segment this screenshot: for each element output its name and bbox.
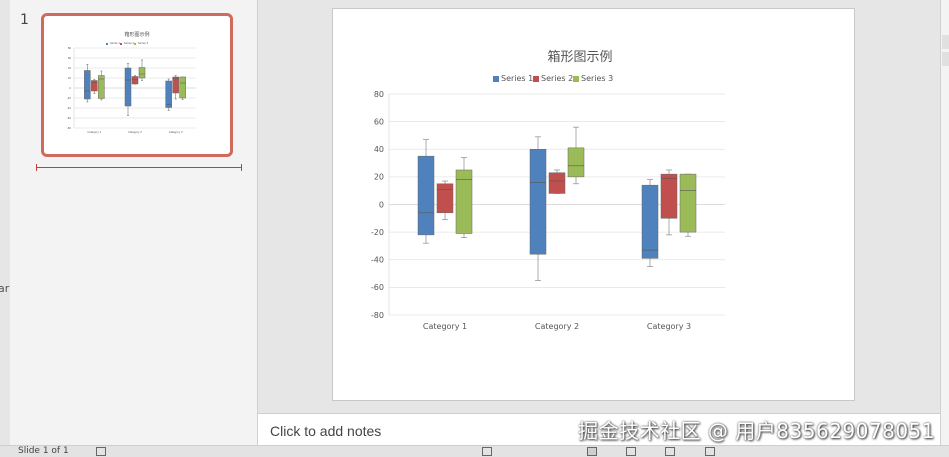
svg-text:Series 2: Series 2 bbox=[124, 41, 134, 45]
y-tick-label: 20 bbox=[374, 173, 384, 182]
slideshow-icon[interactable] bbox=[705, 447, 715, 456]
status-bar: Slide 1 of 1 bbox=[0, 445, 949, 457]
slide-thumbnail[interactable]: 箱形图示例 Series 1 Series 2 Series 3 80 60 40 20 0 -2… bbox=[41, 13, 233, 157]
svg-text:-80: -80 bbox=[67, 126, 71, 130]
svg-text:Series 3: Series 3 bbox=[138, 41, 148, 45]
left-edge-text: ar bbox=[0, 282, 10, 295]
y-tick-label: -40 bbox=[371, 256, 384, 265]
box-s1-c2 bbox=[529, 149, 547, 255]
y-tick-label: 40 bbox=[374, 145, 384, 154]
scroll-up-icon[interactable] bbox=[942, 35, 949, 49]
box-s1-c3 bbox=[641, 184, 659, 259]
svg-text:60: 60 bbox=[68, 56, 72, 60]
svg-text:-20: -20 bbox=[67, 96, 71, 100]
svg-text:-40: -40 bbox=[67, 106, 71, 110]
box-s1-c1 bbox=[417, 155, 435, 236]
svg-text:80: 80 bbox=[68, 46, 72, 50]
legend-swatch-2 bbox=[533, 76, 539, 82]
svg-text:20: 20 bbox=[68, 76, 72, 80]
slide-sorter-icon[interactable] bbox=[626, 447, 636, 456]
notes-placeholder[interactable]: Click to add notes bbox=[270, 423, 381, 439]
scroll-track-icon[interactable] bbox=[942, 52, 949, 66]
svg-text:Category 1: Category 1 bbox=[87, 130, 101, 134]
svg-text:Series 1: Series 1 bbox=[110, 41, 120, 45]
box-plot-chart[interactable]: 箱形图示例 Series 1 Series 2 Series 3 80 60 40 20 0 -2… bbox=[333, 9, 854, 400]
box-s2-c1 bbox=[436, 183, 454, 214]
y-tick-label: -80 bbox=[371, 311, 384, 320]
y-tick-label: -60 bbox=[371, 283, 384, 292]
watermark: 掘金技术社区 @ 用户835629078051 bbox=[578, 419, 935, 443]
svg-text:箱形图示例: 箱形图示例 bbox=[124, 31, 149, 38]
normal-view-icon[interactable] bbox=[587, 447, 597, 456]
slide-editor: 箱形图示例 Series 1 Series 2 Series 3 80 60 40 20 0 -2… bbox=[258, 0, 940, 412]
thumbnail-insertion-line bbox=[36, 164, 242, 171]
comments-icon[interactable] bbox=[482, 447, 492, 456]
thumbnail-chart: 箱形图示例 Series 1 Series 2 Series 3 80 60 40 20 0 -2… bbox=[67, 31, 196, 134]
x-category-label: Category 2 bbox=[535, 322, 579, 331]
svg-text:0: 0 bbox=[69, 86, 71, 90]
legend-label-3: Series 3 bbox=[581, 74, 613, 83]
vertical-scrollbar[interactable] bbox=[940, 0, 949, 445]
slide-number: 1 bbox=[20, 12, 29, 28]
x-category-label: Category 3 bbox=[647, 322, 691, 331]
box-s2-c3 bbox=[660, 173, 678, 219]
y-tick-label: -20 bbox=[371, 228, 384, 237]
y-tick-label: 80 bbox=[374, 90, 384, 99]
svg-text:Category 3: Category 3 bbox=[169, 130, 183, 134]
y-tick-label: 60 bbox=[374, 117, 384, 126]
box-s3-c3 bbox=[679, 173, 697, 233]
legend-label-2: Series 2 bbox=[541, 74, 573, 83]
legend-swatch-1 bbox=[493, 76, 499, 82]
reading-view-icon[interactable] bbox=[665, 447, 675, 456]
legend-label-1: Series 1 bbox=[501, 74, 533, 83]
chart-title: 箱形图示例 bbox=[547, 49, 612, 65]
legend-swatch-3 bbox=[573, 76, 579, 82]
slide-count-status: Slide 1 of 1 bbox=[18, 446, 69, 456]
left-edge: ar bbox=[0, 0, 10, 456]
slide-canvas[interactable]: 箱形图示例 Series 1 Series 2 Series 3 80 60 40 20 0 -2… bbox=[332, 8, 855, 401]
x-category-label: Category 1 bbox=[423, 322, 467, 331]
box-s2-c2 bbox=[548, 172, 566, 194]
notes-toggle-icon[interactable] bbox=[96, 447, 106, 456]
svg-text:Category 2: Category 2 bbox=[128, 130, 142, 134]
slide-thumbnail-pane: 1 箱形图示例 Series 1 Series 2 Series 3 80 60 40 20 0… bbox=[10, 0, 258, 445]
svg-text:40: 40 bbox=[68, 66, 72, 70]
svg-text:-60: -60 bbox=[67, 116, 71, 120]
y-tick-label: 0 bbox=[379, 200, 384, 209]
box-s3-c2 bbox=[567, 147, 585, 178]
